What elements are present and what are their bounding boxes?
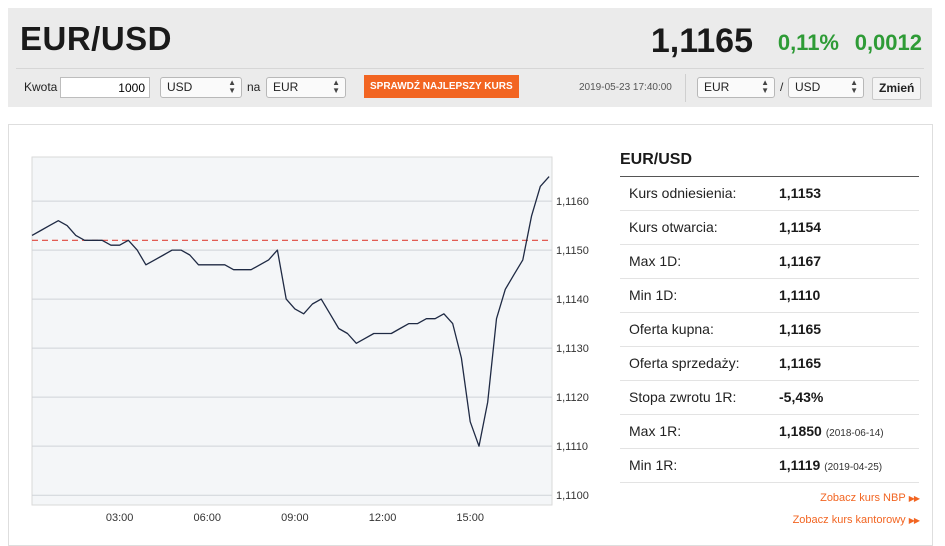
- double-chevron-right-icon: ▶▶: [908, 516, 920, 525]
- stats-number: 1,1153: [779, 185, 822, 201]
- stats-value: 1,1165: [779, 347, 825, 382]
- pair-quote-value: USD: [795, 80, 821, 94]
- change-pair-button[interactable]: Zmień: [872, 77, 922, 100]
- stats-label: Kurs otwarcia:: [629, 219, 718, 235]
- pair-title: EUR/USD: [20, 20, 173, 57]
- y-tick-label: 1,1150: [556, 245, 589, 257]
- from-currency-value: USD: [167, 80, 193, 94]
- stats-value: 1,1850 (2018-06-14): [779, 415, 884, 450]
- pair-separator: /: [780, 80, 784, 94]
- stats-number: 1,1119: [779, 457, 821, 473]
- x-tick-label: 15:00: [456, 512, 484, 524]
- header-divider: [16, 68, 924, 69]
- stats-panel: EUR/USD Kurs odniesienia: 1,1153 Kurs otw…: [620, 146, 920, 531]
- from-currency-select[interactable]: USD ▲ ▼: [160, 77, 242, 98]
- nbp-rate-link[interactable]: Zobacz kurs NBP ▶▶: [620, 487, 920, 509]
- stats-table: Kurs odniesienia: 1,1153 Kurs otwarcia: 1,…: [620, 177, 919, 483]
- kantor-link-label: Zobacz kurs kantorowy: [792, 514, 906, 526]
- x-tick-label: 06:00: [194, 512, 222, 524]
- stats-row: Max 1R: 1,1850 (2018-06-14): [620, 415, 919, 449]
- quote-timestamp: 2019-05-23 17:40:00: [579, 82, 672, 93]
- controls-divider: [685, 74, 686, 102]
- y-tick-label: 1,1140: [556, 294, 589, 306]
- stats-number: 1,1154: [779, 219, 822, 235]
- stats-number: 1,1165: [779, 355, 822, 371]
- x-tick-label: 09:00: [281, 512, 309, 524]
- na-label: na: [247, 80, 261, 94]
- stats-value: 1,1153: [779, 177, 825, 212]
- stats-row: Kurs odniesienia: 1,1153: [620, 177, 919, 211]
- stats-row: Min 1D: 1,1110: [620, 279, 919, 313]
- stats-value: 1,1119 (2019-04-25): [779, 449, 882, 484]
- select-arrows-icon: ▲ ▼: [850, 78, 858, 95]
- intraday-chart[interactable]: 1,1160 1,1150 1,1140 1,1130 1,1120 1,1110 1,11…: [22, 147, 600, 530]
- stats-row: Min 1R: 1,1119 (2019-04-25): [620, 449, 919, 483]
- x-tick-label: 03:00: [106, 512, 134, 524]
- stats-label: Min 1D:: [629, 287, 678, 303]
- stats-row: Stopa zwrotu 1R: -5,43%: [620, 381, 919, 415]
- stats-value: 1,1165: [779, 313, 825, 348]
- stats-value: -5,43%: [779, 381, 827, 416]
- kantor-rate-link[interactable]: Zobacz kurs kantorowy ▶▶: [620, 509, 920, 531]
- double-chevron-right-icon: ▶▶: [908, 494, 920, 503]
- y-tick-label: 1,1130: [556, 343, 589, 355]
- y-tick-label: 1,1120: [556, 392, 589, 404]
- stats-number: 1,1165: [779, 321, 822, 337]
- stats-row: Oferta kupna: 1,1165: [620, 313, 919, 347]
- select-arrows-icon: ▲ ▼: [228, 78, 236, 95]
- stats-label: Stopa zwrotu 1R:: [629, 389, 737, 405]
- stats-label: Min 1R:: [629, 457, 678, 473]
- stats-value: 1,1167: [779, 245, 825, 280]
- stats-label: Max 1D:: [629, 253, 682, 269]
- quote-header: EUR/USD 1,1165 0,11% 0,0012 Kwota USD ▲▼…: [8, 8, 932, 107]
- x-tick-label: 12:00: [369, 512, 397, 524]
- to-currency-value: EUR: [273, 80, 299, 94]
- change-percent: 0,11%: [777, 30, 839, 55]
- stats-title: EUR/USD: [620, 146, 919, 177]
- y-tick-label: 1,1100: [556, 490, 589, 502]
- y-tick-label: 1,1110: [556, 441, 588, 453]
- stats-number: 1,1167: [779, 253, 822, 269]
- select-arrows-icon: ▲ ▼: [761, 78, 769, 95]
- stats-date: (2018-06-14): [825, 428, 884, 439]
- amount-label: Kwota: [24, 80, 58, 94]
- current-price: 1,1165: [650, 22, 753, 60]
- stats-label: Kurs odniesienia:: [629, 185, 737, 201]
- select-arrows-icon: ▲ ▼: [332, 78, 340, 95]
- nbp-link-label: Zobacz kurs NBP: [820, 492, 906, 504]
- stats-row: Max 1D: 1,1167: [620, 245, 919, 279]
- stats-row: Kurs otwarcia: 1,1154: [620, 211, 919, 245]
- y-tick-label: 1,1160: [556, 196, 589, 208]
- stats-date: (2019-04-25): [824, 462, 883, 473]
- stats-number: -5,43%: [779, 389, 824, 405]
- change-absolute: 0,0012: [854, 30, 922, 55]
- stats-label: Max 1R:: [629, 423, 682, 439]
- plot-area: [31, 156, 553, 506]
- pair-base-select[interactable]: EUR ▲ ▼: [697, 77, 775, 98]
- pair-base-value: EUR: [704, 80, 730, 94]
- stats-value: 1,1110: [779, 279, 824, 314]
- stats-number: 1,1110: [779, 287, 821, 303]
- stats-label: Oferta kupna:: [629, 321, 714, 337]
- stats-number: 1,1850: [779, 423, 822, 439]
- stats-value: 1,1154: [779, 211, 825, 246]
- pair-quote-select[interactable]: USD ▲ ▼: [788, 77, 864, 98]
- amount-input[interactable]: [60, 77, 150, 98]
- to-currency-select[interactable]: EUR ▲ ▼: [266, 77, 346, 98]
- best-rate-button[interactable]: SPRAWDŹ NAJLEPSZY KURS: [364, 75, 519, 98]
- stats-row: Oferta sprzedaży: 1,1165: [620, 347, 919, 381]
- stats-label: Oferta sprzedaży:: [629, 355, 740, 371]
